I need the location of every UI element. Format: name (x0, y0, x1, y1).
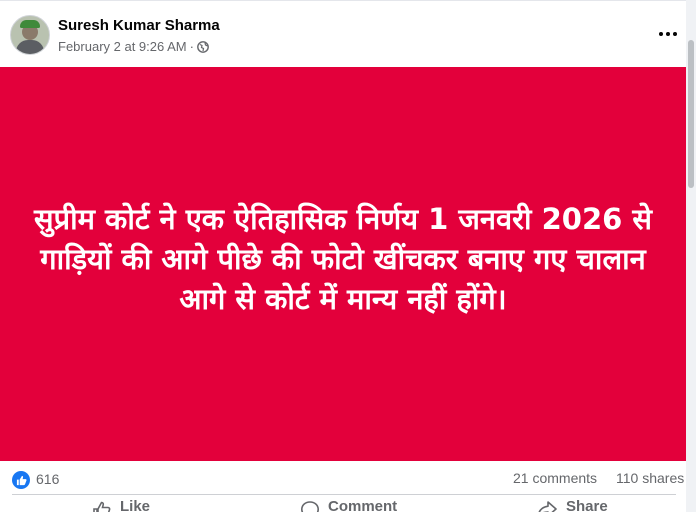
comments-count[interactable]: 21 comments (513, 470, 597, 486)
share-label: Share (566, 498, 608, 512)
share-button[interactable]: Share (536, 498, 608, 512)
more-options-icon[interactable] (650, 22, 686, 46)
author-name[interactable]: Suresh Kumar Sharma (58, 17, 220, 34)
reaction-count[interactable]: 616 (36, 471, 59, 487)
engagement-stats: 616 21 comments 110 shares (0, 462, 686, 496)
scrollbar-thumb[interactable] (688, 40, 694, 188)
post-image[interactable]: सुप्रीम कोर्ट ने एक ऐतिहासिक निर्णय 1 जन… (0, 67, 686, 461)
avatar[interactable] (10, 15, 50, 55)
like-button[interactable]: Like (92, 498, 150, 512)
post-card: Suresh Kumar Sharma February 2 at 9:26 A… (0, 0, 696, 512)
comment-button[interactable]: Comment (300, 498, 397, 512)
globe-icon[interactable] (197, 40, 209, 53)
thumbs-up-icon (93, 501, 111, 512)
like-reaction-icon[interactable] (12, 471, 30, 489)
shares-count[interactable]: 110 shares (616, 470, 684, 486)
meta-separator: · (189, 39, 194, 54)
post-timestamp[interactable]: February 2 at 9:26 AM (58, 39, 187, 54)
actions-divider (12, 494, 676, 495)
post-meta: February 2 at 9:26 AM · (58, 39, 209, 54)
post-actions: Like Comment Share (0, 496, 686, 512)
post-image-text: सुप्रीम कोर्ट ने एक ऐतिहासिक निर्णय 1 जन… (34, 202, 652, 316)
comment-label: Comment (328, 498, 398, 512)
share-icon (538, 501, 557, 512)
post-header: Suresh Kumar Sharma February 2 at 9:26 A… (0, 0, 686, 66)
like-label: Like (120, 498, 151, 512)
comment-icon (300, 501, 320, 512)
